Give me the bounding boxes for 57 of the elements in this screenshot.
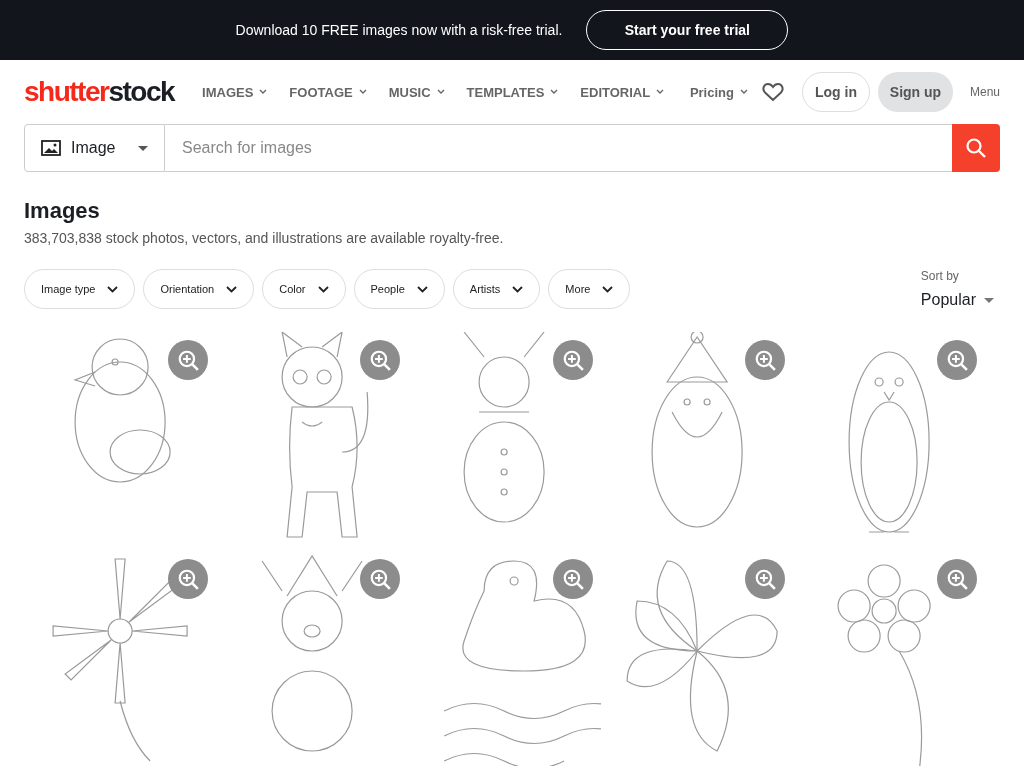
filter-dropdown[interactable]: Orientation (143, 269, 255, 309)
filter-dropdown[interactable]: People (353, 269, 445, 309)
zoom-in-icon (753, 349, 776, 371)
image-type-dropdown[interactable]: Image (24, 124, 165, 172)
chevron-icon (550, 89, 559, 95)
heart-icon[interactable] (761, 82, 784, 102)
caret-icon (984, 297, 994, 303)
filter-dropdown[interactable]: Image type (24, 269, 136, 309)
chevron-icon (436, 89, 445, 95)
nav-link[interactable]: FOOTAGE (289, 84, 367, 100)
zoom-in-icon (369, 568, 392, 590)
zoom-in-icon (946, 349, 968, 371)
zoom-in-button[interactable] (168, 559, 209, 599)
zoom-in-icon (561, 349, 584, 371)
image-icon (41, 139, 61, 157)
zoom-in-button[interactable] (360, 559, 401, 599)
sort-dropdown[interactable]: Popular (920, 291, 994, 309)
zoom-in-button[interactable] (937, 559, 977, 599)
login-button[interactable]: Log in (801, 72, 870, 112)
filter-dropdown[interactable]: More (548, 269, 631, 309)
zoom-in-icon (561, 568, 584, 590)
nav-link[interactable]: IMAGES (202, 84, 268, 100)
zoom-in-icon (946, 568, 968, 590)
sort-label: Sort by (920, 269, 960, 283)
chevron-icon (739, 89, 748, 95)
signup-button[interactable]: Sign up (877, 72, 953, 112)
chevron-icon (107, 285, 119, 293)
page-subtitle: 383,703,838 stock photos, vectors, and illustrations are available royalty-free. (24, 230, 505, 246)
chevron-icon (259, 89, 268, 95)
logo[interactable]: shutterstock (24, 76, 175, 108)
filter-dropdown[interactable]: Artists (452, 269, 541, 309)
search-field[interactable]: Search for images (165, 124, 952, 172)
nav-link[interactable]: TEMPLATES (466, 84, 559, 100)
caret-icon (138, 145, 148, 151)
search-icon (966, 138, 986, 158)
zoom-in-button[interactable] (937, 340, 977, 380)
nav-link[interactable]: EDITORIAL (580, 84, 665, 100)
zoom-in-icon (369, 349, 392, 371)
zoom-in-button[interactable] (168, 340, 209, 380)
nav-link[interactable]: MUSIC (388, 84, 445, 100)
zoom-in-icon (177, 568, 200, 590)
chevron-icon (226, 285, 238, 293)
chevron-icon (512, 285, 524, 293)
menu-link[interactable]: Menu (969, 85, 1000, 99)
chevron-icon (317, 285, 329, 293)
zoom-in-icon (753, 568, 776, 590)
filter-dropdown[interactable]: Color (262, 269, 346, 309)
zoom-in-button[interactable] (360, 340, 401, 380)
chevron-icon (602, 285, 614, 293)
pricing-link[interactable]: Pricing (689, 84, 748, 100)
promo-message: Download 10 FREE images now with a risk-free trial. (235, 22, 563, 38)
page-title: Images (24, 198, 101, 224)
chevron-icon (358, 89, 367, 95)
chevron-icon (656, 89, 665, 95)
chevron-icon (416, 285, 428, 293)
zoom-in-icon (177, 349, 200, 371)
search-button[interactable] (952, 124, 1000, 172)
